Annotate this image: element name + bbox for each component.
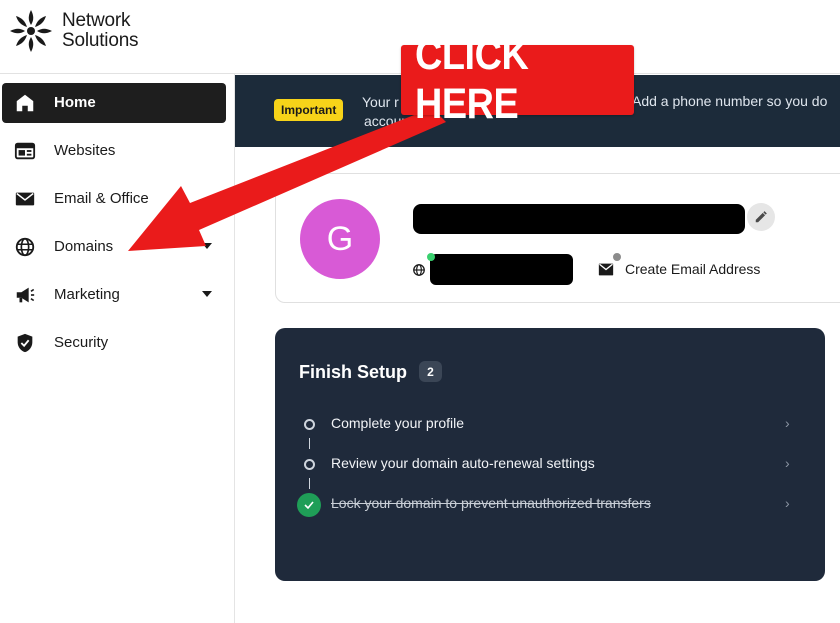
- megaphone-icon: [16, 287, 35, 303]
- page: Network Solutions Home Websites Email & …: [0, 0, 840, 623]
- globe-icon: [15, 237, 35, 257]
- edit-profile-button[interactable]: [747, 203, 775, 231]
- sidebar-item-label: Email & Office: [54, 190, 149, 207]
- profile-card: G Create Email Address: [275, 173, 840, 303]
- callout-text: CLICK HERE: [414, 31, 529, 128]
- chevron-down-icon: [202, 291, 212, 297]
- banner-message-right: Add a phone number so you do: [632, 93, 828, 109]
- finish-setup-title: Finish Setup: [299, 362, 407, 382]
- sidebar-item-domains[interactable]: Domains: [2, 227, 226, 267]
- globe-icon: [413, 264, 425, 276]
- sidebar-item-home[interactable]: Home: [2, 83, 226, 123]
- chevron-down-icon: [202, 243, 212, 249]
- check-circle-icon: [297, 493, 321, 517]
- network-solutions-logo[interactable]: Network Solutions: [8, 8, 139, 54]
- sidebar: Home Websites Email & Office Domains Mar…: [0, 74, 235, 623]
- chevron-right-icon: ›: [785, 455, 790, 471]
- setup-step-lock-domain[interactable]: Lock your domain to prevent unauthorized…: [275, 489, 825, 519]
- logo-line-1: Network: [62, 10, 131, 31]
- finish-setup-count-badge: 2: [419, 361, 442, 382]
- avatar[interactable]: G: [300, 199, 380, 279]
- envelope-icon: [15, 192, 35, 206]
- redacted-account-name: [413, 204, 745, 234]
- email-status-dot: [613, 253, 621, 261]
- finish-setup-card: Finish Setup 2 Complete your profile › R…: [275, 328, 825, 581]
- chevron-right-icon: ›: [785, 495, 790, 511]
- setup-step-complete-profile[interactable]: Complete your profile ›: [275, 409, 825, 439]
- logo-line-2: Solutions: [62, 30, 139, 51]
- logo-wordmark: Network Solutions: [62, 10, 139, 51]
- pencil-icon: [755, 211, 767, 223]
- network-solutions-logo-mark-icon: [10, 10, 52, 52]
- browser-window-icon: [14, 142, 36, 160]
- sidebar-item-email-office[interactable]: Email & Office: [2, 179, 226, 219]
- step-connector: [309, 478, 310, 489]
- chevron-right-icon: ›: [785, 415, 790, 431]
- shield-check-icon: [17, 333, 33, 353]
- sidebar-item-websites[interactable]: Websites: [2, 131, 226, 171]
- sidebar-item-label: Home: [54, 94, 96, 111]
- important-badge: Important: [274, 99, 344, 121]
- step-connector: [309, 438, 310, 449]
- step-pending-icon: [304, 459, 315, 470]
- sidebar-item-label: Websites: [54, 142, 116, 159]
- setup-step-label: Lock your domain to prevent unauthorized…: [331, 495, 651, 511]
- envelope-icon: [598, 263, 614, 276]
- setup-step-label: Review your domain auto-renewal settings: [331, 455, 595, 471]
- redacted-domain-name[interactable]: [430, 254, 573, 285]
- sidebar-item-security[interactable]: Security: [2, 323, 226, 363]
- create-email-address-link[interactable]: Create Email Address: [625, 261, 760, 277]
- setup-step-auto-renewal[interactable]: Review your domain auto-renewal settings…: [275, 449, 825, 479]
- step-pending-icon: [304, 419, 315, 430]
- sidebar-item-label: Marketing: [54, 286, 120, 303]
- sidebar-item-label: Security: [54, 334, 109, 351]
- home-icon: [16, 94, 34, 112]
- sidebar-item-marketing[interactable]: Marketing: [2, 275, 226, 315]
- domain-status-dot: [427, 253, 435, 261]
- sidebar-item-label: Domains: [54, 238, 114, 255]
- setup-step-label: Complete your profile: [331, 415, 465, 431]
- click-here-callout: CLICK HERE: [401, 31, 634, 128]
